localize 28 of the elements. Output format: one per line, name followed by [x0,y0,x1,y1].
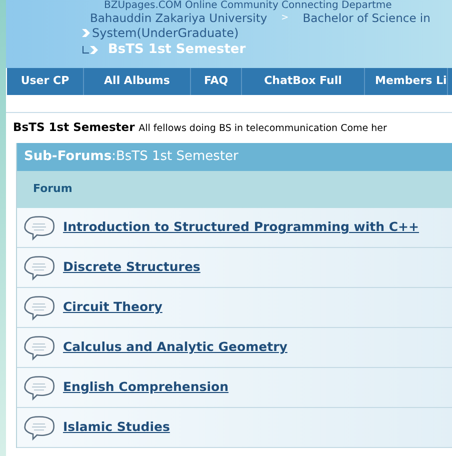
nav-link[interactable]: All Albums [84,68,191,95]
speech-bubble-icon [23,294,55,320]
column-header: Forum [33,181,72,198]
separator: > [281,12,289,25]
breadcrumb-link[interactable]: Bahauddin Zakariya University [90,11,268,25]
breadcrumb-link[interactable]: Bachelor of Science in [302,11,430,25]
arrow-icon [82,28,90,38]
forum-link[interactable]: Introduction to Structured Programming with C++ [63,218,419,237]
tree-arrow-icon [82,44,98,56]
forum-link[interactable]: Circuit Theory [63,298,162,317]
speech-bubble-icon [23,414,55,440]
speech-bubble-icon [23,214,55,240]
forum-description: BsTS 1st Semester All fellows doing BS in telecommunication Come her [13,119,388,136]
speech-bubble-icon [23,254,55,280]
nav-link[interactable]: FAQ [191,68,242,95]
forum-link[interactable]: Discrete Structures [63,258,200,277]
site-tagline: BZUpages.COM Online Community Connecting Departme [104,0,392,11]
forum-link[interactable]: English Comprehension [63,378,229,397]
forum-link[interactable]: Calculus and Analytic Geometry [63,338,288,357]
breadcrumb-link[interactable]: System(UnderGraduate) [92,25,239,41]
subforums-header: Sub-Forums:BsTS 1st Semester [17,143,452,171]
nav-link[interactable]: ChatBox Full [242,68,365,95]
nav-link[interactable]: User CP [7,68,84,95]
nav-link[interactable]: Members Li [365,68,448,95]
speech-bubble-icon [23,334,55,360]
current-forum-title: BsTS 1st Semester [108,41,246,59]
forum-link[interactable]: Islamic Studies [63,418,170,437]
speech-bubble-icon [23,374,55,400]
